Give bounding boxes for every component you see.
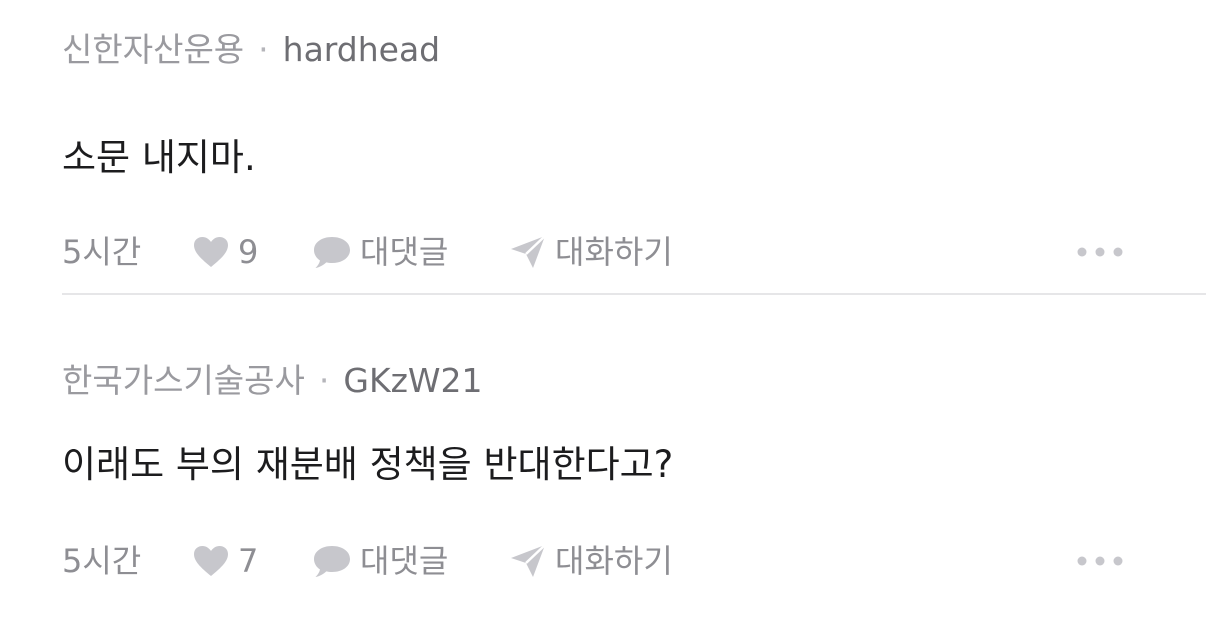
- reply-label: 대댓글: [360, 542, 449, 580]
- more-dots-icon: [1076, 246, 1124, 258]
- chat-button[interactable]: 대화하기: [509, 228, 673, 276]
- meta-separator: ·: [318, 361, 330, 400]
- reply-label: 대댓글: [360, 233, 449, 271]
- comment-actions: 5시간 9 대댓글 대화하기: [62, 228, 1206, 276]
- timestamp-label: 5시간: [62, 233, 142, 271]
- speech-bubble-icon: [312, 543, 352, 579]
- timestamp-label: 5시간: [62, 542, 142, 580]
- company-name[interactable]: 신한자산운용: [62, 30, 244, 69]
- chat-label: 대화하기: [555, 542, 673, 580]
- comment-text: 이래도 부의 재분배 정책을 반대한다고?: [62, 443, 674, 486]
- comment-item: 한국가스기술공사 · GKzW21 이래도 부의 재분배 정책을 반대한다고? 5시…: [62, 357, 1206, 585]
- chat-button[interactable]: 대화하기: [509, 537, 673, 585]
- comment-meta: 신한자산운용 · hardhead: [62, 26, 1206, 74]
- user-name[interactable]: GKzW21: [343, 361, 482, 400]
- paper-plane-icon: [509, 234, 547, 270]
- reply-button[interactable]: 대댓글: [312, 537, 448, 585]
- divider: [62, 293, 1206, 295]
- timestamp: 5시간: [62, 537, 141, 585]
- comment-meta: 한국가스기술공사 · GKzW21: [62, 357, 1206, 405]
- comment-text: 소문 내지마.: [62, 136, 256, 179]
- like-button[interactable]: 9: [192, 228, 258, 276]
- meta-separator: ·: [258, 30, 269, 69]
- heart-icon: [192, 544, 230, 578]
- reply-button[interactable]: 대댓글: [312, 228, 448, 276]
- more-button[interactable]: [1076, 228, 1132, 276]
- like-count: 9: [238, 233, 259, 271]
- speech-bubble-icon: [312, 234, 352, 270]
- paper-plane-icon: [509, 543, 547, 579]
- user-name[interactable]: hardhead: [283, 30, 440, 69]
- more-button[interactable]: [1076, 537, 1132, 585]
- company-name[interactable]: 한국가스기술공사: [62, 361, 305, 400]
- comment-actions: 5시간 7 대댓글 대화하기: [62, 537, 1206, 585]
- heart-icon: [192, 235, 230, 269]
- chat-label: 대화하기: [555, 233, 673, 271]
- like-button[interactable]: 7: [192, 537, 258, 585]
- like-count: 7: [238, 542, 259, 580]
- timestamp: 5시간: [62, 228, 141, 276]
- comment-item: 신한자산운용 · hardhead 소문 내지마. 5시간 9 대댓글 대화하기: [62, 26, 1206, 276]
- more-dots-icon: [1076, 555, 1124, 567]
